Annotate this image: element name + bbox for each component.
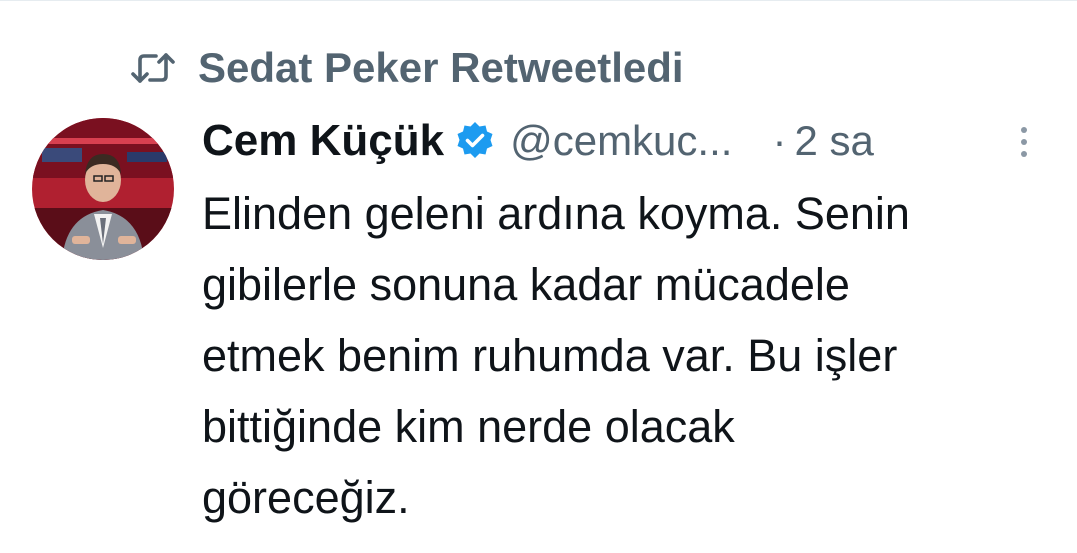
tweet-timestamp[interactable]: 2 sa: [794, 117, 873, 165]
tweet-header: Cem Küçük @cemkuc... · 2 sa: [202, 112, 1042, 170]
top-divider: [0, 0, 1077, 1]
author-name[interactable]: Cem Küçük: [202, 116, 444, 166]
avatar[interactable]: [32, 118, 174, 260]
retweet-icon: [131, 53, 175, 83]
retweet-context[interactable]: Sedat Peker Retweetledi: [130, 40, 684, 96]
retweet-label: Sedat Peker Retweetledi: [198, 44, 684, 91]
tweet-text: Elinden geleni ardına koyma. Senin gibil…: [202, 188, 910, 523]
verified-badge-icon: [457, 122, 493, 158]
time-separator: ·: [772, 117, 787, 164]
author-handle[interactable]: @cemkuc...: [510, 117, 732, 165]
avatar-photo: [32, 118, 174, 260]
more-vertical-icon[interactable]: [1012, 122, 1036, 162]
